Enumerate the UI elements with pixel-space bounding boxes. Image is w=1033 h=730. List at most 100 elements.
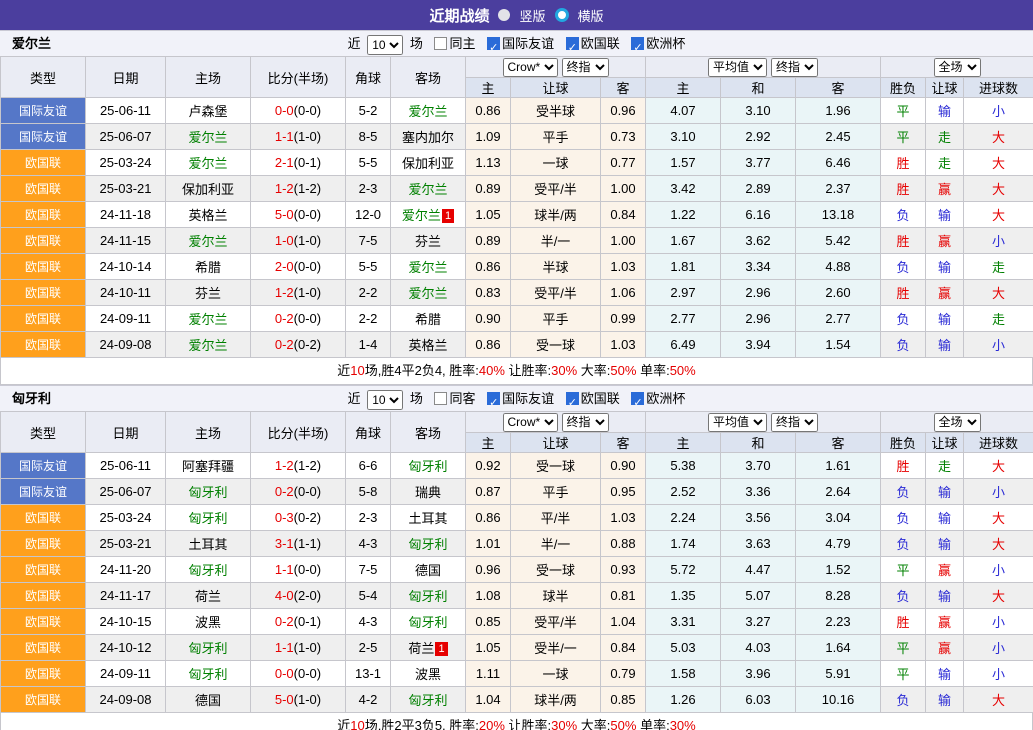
col-type: 类型 — [1, 57, 86, 98]
odds-home-cell: 1.04 — [466, 687, 511, 713]
near-label: 近 — [348, 391, 361, 406]
horizontal-view-radio[interactable] — [555, 8, 569, 22]
odds-home-cell: 1.09 — [466, 124, 511, 150]
result-cell: 胜 — [881, 228, 926, 254]
horizontal-view-label[interactable]: 横版 — [578, 6, 604, 25]
date-cell: 24-11-18 — [86, 202, 166, 228]
bookmaker-select[interactable]: Crow* — [503, 413, 558, 432]
euro-checkbox[interactable] — [631, 392, 644, 405]
league-type-cell: 欧国联 — [1, 280, 86, 306]
corners-cell: 7-5 — [346, 228, 391, 254]
odds-away-cell: 0.88 — [601, 531, 646, 557]
friendly-label: 国际友谊 — [502, 391, 554, 406]
recent-results-page: 近期战绩 竖版 横版 爱尔兰 近 10 场 同主 国际友谊 欧国联 欧洲杯 类型… — [0, 0, 1033, 730]
odds-home-cell: 1.05 — [466, 635, 511, 661]
league-type-cell: 国际友谊 — [1, 98, 86, 124]
avg-draw-cell: 2.96 — [721, 306, 796, 332]
handicap-result-cell: 赢 — [926, 176, 964, 202]
scope-select[interactable]: 全场 — [934, 413, 981, 432]
result-cell: 负 — [881, 479, 926, 505]
recent-count-select[interactable]: 10 — [367, 390, 403, 410]
corners-cell: 5-4 — [346, 583, 391, 609]
summary-segment: 近 — [337, 718, 350, 730]
date-cell: 24-10-15 — [86, 609, 166, 635]
home-team-cell: 爱尔兰 — [166, 124, 251, 150]
score-cell: 1-1(0-0) — [251, 557, 346, 583]
handicap-result-cell: 输 — [926, 332, 964, 358]
corners-cell: 8-5 — [346, 124, 391, 150]
avg-draw-cell: 3.34 — [721, 254, 796, 280]
friendly-checkbox[interactable] — [487, 37, 500, 50]
handicap-result-cell: 赢 — [926, 228, 964, 254]
odds-away-cell: 1.06 — [601, 280, 646, 306]
league-type-cell: 欧国联 — [1, 505, 86, 531]
away-team-cell: 匈牙利 — [391, 687, 466, 713]
avg-draw-cell: 3.63 — [721, 531, 796, 557]
same-venue-checkbox[interactable] — [434, 37, 447, 50]
odds-away-cell: 1.00 — [601, 176, 646, 202]
match-row: 欧国联25-03-21土耳其3-1(1-1)4-3匈牙利1.01半/一0.881… — [1, 531, 1033, 557]
date-cell: 25-03-21 — [86, 176, 166, 202]
vertical-view-label[interactable]: 竖版 — [519, 6, 545, 25]
match-row: 欧国联24-09-11爱尔兰0-2(0-0)2-2希腊0.90平手0.992.7… — [1, 306, 1033, 332]
avg-home-cell: 1.67 — [646, 228, 721, 254]
games-label: 场 — [410, 36, 423, 51]
avg-home-cell: 1.57 — [646, 150, 721, 176]
odds-home-cell: 1.01 — [466, 531, 511, 557]
corners-cell: 2-3 — [346, 505, 391, 531]
goals-cell: 小 — [964, 98, 1033, 124]
avg-home-cell: 1.74 — [646, 531, 721, 557]
summary-segment: 让胜率: — [505, 718, 551, 730]
odds-away-cell: 0.95 — [601, 479, 646, 505]
avg-draw-cell: 2.89 — [721, 176, 796, 202]
average-select[interactable]: 平均值 — [708, 58, 767, 77]
handicap-cell: 半球 — [511, 254, 601, 280]
vertical-view-radio[interactable] — [498, 9, 510, 21]
score-cell: 0-0(0-0) — [251, 98, 346, 124]
average-select[interactable]: 平均值 — [708, 413, 767, 432]
bookmaker-select[interactable]: Crow* — [503, 58, 558, 77]
avg-draw-cell: 3.10 — [721, 98, 796, 124]
col-avg-away: 客 — [796, 433, 881, 453]
handicap-cell: 受半/一 — [511, 635, 601, 661]
nations-league-checkbox[interactable] — [566, 37, 579, 50]
result-cell: 胜 — [881, 453, 926, 479]
average-stage-select[interactable]: 终指 — [771, 58, 818, 77]
goals-cell: 小 — [964, 661, 1033, 687]
avg-home-cell: 2.24 — [646, 505, 721, 531]
euro-label: 欧洲杯 — [646, 391, 685, 406]
score-cell: 1-2(1-0) — [251, 280, 346, 306]
scope-group-header: 全场 — [881, 57, 1033, 78]
average-stage-select[interactable]: 终指 — [771, 413, 818, 432]
friendly-checkbox[interactable] — [487, 392, 500, 405]
away-team-cell: 匈牙利 — [391, 453, 466, 479]
date-cell: 24-10-11 — [86, 280, 166, 306]
away-team-cell: 爱尔兰 — [391, 254, 466, 280]
home-team-cell: 希腊 — [166, 254, 251, 280]
avg-away-cell: 4.88 — [796, 254, 881, 280]
avg-draw-cell: 3.77 — [721, 150, 796, 176]
home-team-cell: 匈牙利 — [166, 557, 251, 583]
match-row: 国际友谊25-06-07匈牙利0-2(0-0)5-8瑞典0.87平手0.952.… — [1, 479, 1033, 505]
summary-segment: 10 — [350, 363, 364, 378]
odds-away-cell: 1.00 — [601, 228, 646, 254]
section-header-hungary: 匈牙利 近 10 场 同客 国际友谊 欧国联 欧洲杯 — [0, 385, 1033, 411]
match-row: 欧国联25-03-24匈牙利0-3(0-2)2-3土耳其0.86平/半1.032… — [1, 505, 1033, 531]
corners-cell: 13-1 — [346, 661, 391, 687]
score-cell: 0-3(0-2) — [251, 505, 346, 531]
section-header-ireland: 爱尔兰 近 10 场 同主 国际友谊 欧国联 欧洲杯 — [0, 30, 1033, 56]
result-cell: 负 — [881, 687, 926, 713]
odds-away-cell: 0.96 — [601, 98, 646, 124]
col-winlose: 胜负 — [881, 78, 926, 98]
avg-draw-cell: 3.94 — [721, 332, 796, 358]
date-cell: 25-03-21 — [86, 531, 166, 557]
recent-count-select[interactable]: 10 — [367, 35, 403, 55]
nations-league-checkbox[interactable] — [566, 392, 579, 405]
euro-checkbox[interactable] — [631, 37, 644, 50]
same-venue-checkbox[interactable] — [434, 392, 447, 405]
near-label: 近 — [348, 36, 361, 51]
scope-select[interactable]: 全场 — [934, 58, 981, 77]
league-type-cell: 国际友谊 — [1, 479, 86, 505]
col-goals: 进球数 — [964, 433, 1033, 453]
odds-home-cell: 0.86 — [466, 254, 511, 280]
